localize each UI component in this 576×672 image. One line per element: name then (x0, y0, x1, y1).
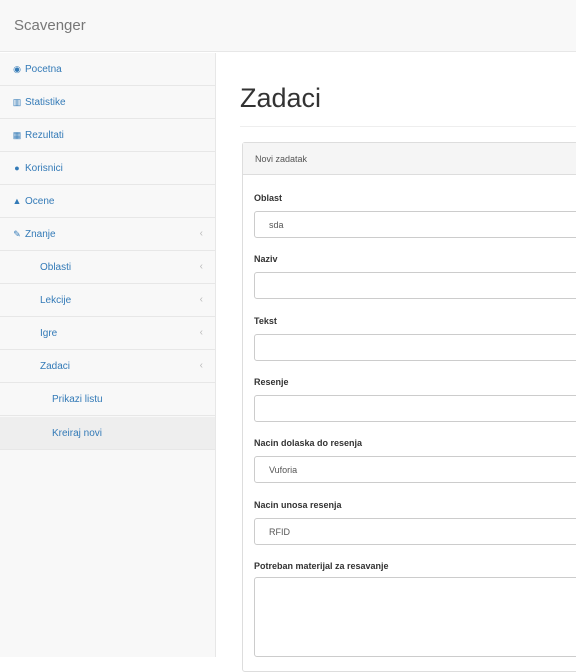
resenje-field[interactable] (254, 395, 576, 422)
edit-icon: ✎ (13, 229, 21, 239)
sidebar-item-label: Pocetna (25, 64, 62, 75)
bar-chart-icon: ▥ (12, 97, 22, 107)
sidebar-item-pocetna[interactable]: ◉ Pocetna (0, 53, 215, 86)
sidebar-item-lekcije[interactable]: Lekcije ‹ (0, 284, 215, 317)
tekst-field[interactable] (254, 334, 576, 361)
chevron-left-icon: ‹ (199, 360, 203, 371)
nacin-dolaska-select[interactable] (254, 456, 576, 483)
sidebar-item-oblasti[interactable]: Oblasti ‹ (0, 251, 215, 284)
page-title: Zadaci (240, 83, 322, 113)
sidebar-item-ocene[interactable]: ▲ Ocene (0, 185, 215, 218)
title-divider (240, 126, 576, 127)
chevron-left-icon: ‹ (199, 228, 203, 239)
materijal-label: Potreban materijal za resavanje (254, 561, 389, 571)
sidebar-item-label: Kreiraj novi (52, 428, 103, 439)
sidebar-item-prikazi-listu[interactable]: Prikazi listu (0, 383, 215, 416)
sidebar-item-label: Igre (40, 328, 58, 339)
sidebar-item-kreiraj-novi[interactable]: Kreiraj novi (0, 417, 215, 450)
panel-heading-text: Novi zadatak (255, 154, 308, 164)
materijal-textarea[interactable] (254, 577, 576, 657)
sidebar-item-label: Lekcije (40, 295, 72, 306)
table-icon: ▦ (12, 130, 22, 140)
dashboard-icon: ◉ (13, 64, 21, 74)
sidebar-item-korisnici[interactable]: ● Korisnici (0, 152, 215, 185)
tekst-label: Tekst (254, 316, 277, 326)
nacin-dolaska-label: Nacin dolaska do resenja (254, 438, 363, 448)
chevron-left-icon: ‹ (199, 294, 203, 305)
sidebar-item-label: Znanje (25, 229, 56, 240)
sidebar-item-label: Prikazi listu (52, 394, 103, 405)
graduation-cap-icon: ▲ (12, 196, 22, 206)
top-navbar: Scavenger (0, 0, 576, 52)
oblast-field[interactable] (254, 211, 576, 238)
sidebar-item-zadaci[interactable]: Zadaci ‹ (0, 350, 215, 383)
sidebar-item-label: Zadaci (40, 361, 71, 372)
naziv-field[interactable] (254, 272, 576, 299)
chevron-left-icon: ‹ (199, 261, 203, 272)
sidebar-item-znanje[interactable]: ✎ Znanje ‹ (0, 218, 215, 251)
sidebar-item-statistike[interactable]: ▥ Statistike (0, 86, 215, 119)
sidebar-item-label: Statistike (25, 97, 66, 108)
nacin-unosa-select[interactable] (254, 518, 576, 545)
oblast-label: Oblast (254, 193, 283, 203)
nacin-unosa-label: Nacin unosa resenja (254, 500, 342, 510)
sidebar-item-label: Oblasti (40, 262, 72, 273)
naziv-label: Naziv (254, 254, 278, 264)
sidebar-item-label: Rezultati (25, 130, 64, 141)
app-brand[interactable]: Scavenger (14, 17, 86, 34)
users-icon: ● (14, 163, 20, 173)
sidebar-item-igre[interactable]: Igre ‹ (0, 317, 215, 350)
sidebar-item-label: Korisnici (25, 163, 63, 174)
sidebar-item-rezultati[interactable]: ▦ Rezultati (0, 119, 215, 152)
panel-heading: Novi zadatak (243, 143, 576, 175)
chevron-left-icon: ‹ (199, 327, 203, 338)
sidebar: ◉ Pocetna ▥ Statistike ▦ Rezultati ● Kor… (0, 53, 216, 657)
sidebar-item-label: Ocene (25, 196, 55, 207)
resenje-label: Resenje (254, 377, 289, 387)
